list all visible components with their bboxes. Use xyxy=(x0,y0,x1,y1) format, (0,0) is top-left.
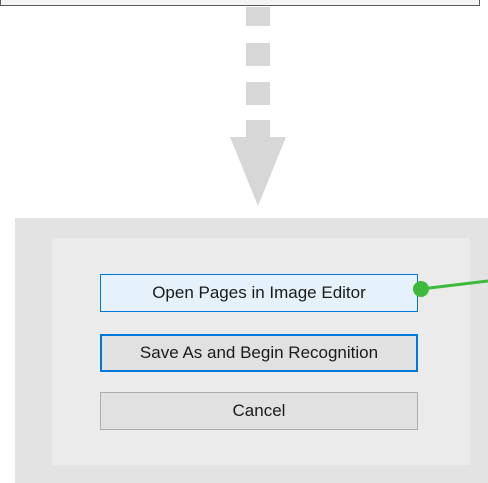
callout-dot-icon xyxy=(413,281,429,297)
callout-line-segment xyxy=(420,279,488,291)
callout-line xyxy=(420,279,488,291)
